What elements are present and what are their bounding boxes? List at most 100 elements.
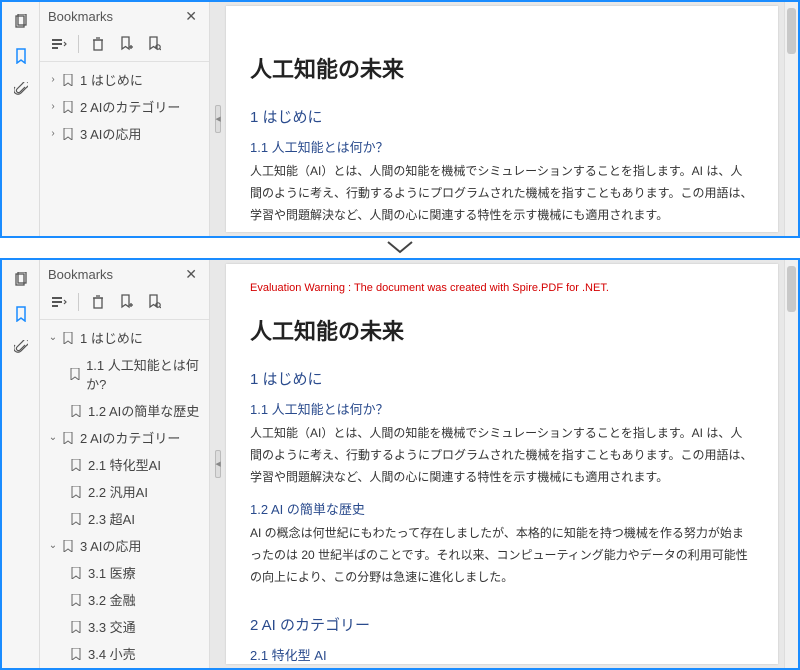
left-rail: [2, 260, 40, 668]
scroll-thumb[interactable]: [787, 266, 796, 312]
bookmark-toolbar: [40, 289, 209, 320]
top-pane: Bookmarks ✕ › 1 はじめに › 2 AIのカテゴリー › 3 AIの応用…: [0, 0, 800, 238]
tree-label: 1.1 人工知能とは何か?: [86, 355, 203, 393]
heading-2: 1.1 人工知能とは何か？: [250, 137, 754, 156]
document-area: Evaluation Warning : The document was cr…: [210, 260, 798, 668]
document-area: 人工知能の未来 1 はじめに 1.1 人工知能とは何か？ 人工知能（AI）とは、…: [210, 2, 798, 236]
chevron-right-icon[interactable]: ›: [46, 74, 60, 85]
delete-icon[interactable]: [89, 35, 107, 53]
heading-1: 1 はじめに: [250, 368, 754, 389]
tree-item[interactable]: › 2 AIのカテゴリー: [44, 93, 205, 120]
bookmark-icon: [68, 459, 84, 471]
bookmarks-icon[interactable]: [11, 46, 31, 66]
tree-item[interactable]: 1.2 AIの簡単な歴史: [44, 397, 205, 424]
tree-item[interactable]: 2.2 汎用AI: [44, 478, 205, 505]
bookmark-icon: [68, 405, 84, 417]
sidebar-gutter: [210, 2, 226, 236]
pages-icon[interactable]: [11, 12, 31, 32]
tree-item[interactable]: ⌄ 1 はじめに: [44, 324, 205, 351]
bookmark-icon: [68, 486, 84, 498]
add-bookmark-icon[interactable]: [117, 293, 135, 311]
pages-icon[interactable]: [11, 270, 31, 290]
scrollbar[interactable]: [784, 260, 798, 668]
bottom-pane: Bookmarks ✕ ⌄ 1 はじめに 1.1 人工知能とは何か? 1.2 AI…: [0, 258, 800, 670]
tree-item[interactable]: 3.2 金融: [44, 586, 205, 613]
tree-item[interactable]: › 3 AIの応用: [44, 120, 205, 147]
tree-item[interactable]: 2.1 特化型AI: [44, 451, 205, 478]
chevron-down-icon[interactable]: ⌄: [46, 332, 60, 343]
tree-label: 2 AIのカテゴリー: [80, 428, 180, 447]
tree-label: 3.1 医療: [88, 563, 136, 582]
evaluation-warning: Evaluation Warning : The document was cr…: [250, 282, 754, 294]
bookmark-icon: [60, 128, 76, 140]
chevron-down-icon[interactable]: ⌄: [46, 540, 60, 551]
attachments-icon[interactable]: [11, 338, 31, 358]
scroll-thumb[interactable]: [787, 8, 796, 54]
bookmark-tree: ⌄ 1 はじめに 1.1 人工知能とは何か? 1.2 AIの簡単な歴史 ⌄ 2 AI…: [40, 320, 209, 668]
bookmark-icon: [60, 432, 76, 444]
tree-item[interactable]: ⌄ 3 AIの応用: [44, 532, 205, 559]
close-icon[interactable]: ✕: [181, 266, 201, 283]
tree-label: 3 AIの応用: [80, 124, 141, 143]
tree-item[interactable]: 3.3 交通: [44, 613, 205, 640]
tree-item[interactable]: ⌄ 2 AIのカテゴリー: [44, 424, 205, 451]
panel-title: Bookmarks: [48, 267, 113, 282]
bookmarks-icon[interactable]: [11, 304, 31, 324]
tree-label: 3.4 小売: [88, 644, 136, 663]
close-icon[interactable]: ✕: [181, 8, 201, 25]
bookmarks-panel: Bookmarks ✕ ⌄ 1 はじめに 1.1 人工知能とは何か? 1.2 AI…: [40, 260, 210, 668]
bookmark-icon: [68, 648, 84, 660]
doc-title: 人工知能の未来: [250, 314, 754, 346]
tree-label: 3.2 金融: [88, 590, 136, 609]
options-icon[interactable]: [50, 35, 68, 53]
arrow-separator: [0, 238, 800, 258]
tree-label: 1.2 AIの簡単な歴史: [88, 401, 199, 420]
bookmark-icon: [68, 513, 84, 525]
bookmark-toolbar: [40, 31, 209, 62]
toolbar-divider: [78, 293, 79, 311]
options-icon[interactable]: [50, 293, 68, 311]
tree-item[interactable]: › 1 はじめに: [44, 66, 205, 93]
bookmark-icon: [60, 101, 76, 113]
collapse-handle[interactable]: [215, 105, 221, 133]
attachments-icon[interactable]: [11, 80, 31, 100]
bookmark-icon: [68, 621, 84, 633]
heading-2: 1.2 AI の簡単な歴史: [250, 499, 754, 518]
bookmark-tree: › 1 はじめに › 2 AIのカテゴリー › 3 AIの応用: [40, 62, 209, 236]
page-content: Evaluation Warning : The document was cr…: [226, 264, 778, 664]
tree-label: 3.3 交通: [88, 617, 136, 636]
tree-label: 2.2 汎用AI: [88, 482, 148, 501]
bookmark-icon: [60, 540, 76, 552]
paragraph: 人工知能（AI）とは、人間の知能を機械でシミュレーションすることを指します。AI…: [250, 422, 754, 489]
tree-label: 3 AIの応用: [80, 536, 141, 555]
tree-label: 2 AIのカテゴリー: [80, 97, 180, 116]
tree-item[interactable]: 2.3 超AI: [44, 505, 205, 532]
toolbar-divider: [78, 35, 79, 53]
delete-icon[interactable]: [89, 293, 107, 311]
tree-item[interactable]: 1.1 人工知能とは何か?: [44, 351, 205, 397]
heading-1: 1 はじめに: [250, 106, 754, 127]
find-bookmark-icon[interactable]: [145, 35, 163, 53]
tree-item[interactable]: 3.1 医療: [44, 559, 205, 586]
bookmarks-panel: Bookmarks ✕ › 1 はじめに › 2 AIのカテゴリー › 3 AIの応用: [40, 2, 210, 236]
tree-label: 1 はじめに: [80, 70, 143, 89]
tree-item[interactable]: 3.4 小売: [44, 640, 205, 667]
scrollbar[interactable]: [784, 2, 798, 236]
bookmark-icon: [60, 74, 76, 86]
heading-2: 2.1 特化型 AI: [250, 645, 754, 664]
chevron-right-icon[interactable]: ›: [46, 101, 60, 112]
find-bookmark-icon[interactable]: [145, 293, 163, 311]
page-content: 人工知能の未来 1 はじめに 1.1 人工知能とは何か？ 人工知能（AI）とは、…: [226, 6, 778, 232]
add-bookmark-icon[interactable]: [117, 35, 135, 53]
tree-label: 1 はじめに: [80, 328, 143, 347]
down-arrow-icon: [386, 240, 414, 256]
collapse-handle[interactable]: [215, 450, 221, 478]
chevron-down-icon[interactable]: ⌄: [46, 432, 60, 443]
sidebar-gutter: [210, 260, 226, 668]
paragraph: 人工知能（AI）とは、人間の知能を機械でシミュレーションすることを指します。AI…: [250, 160, 754, 227]
bookmark-icon: [68, 368, 82, 380]
left-rail: [2, 2, 40, 236]
bookmark-icon: [68, 594, 84, 606]
panel-title: Bookmarks: [48, 9, 113, 24]
chevron-right-icon[interactable]: ›: [46, 128, 60, 139]
